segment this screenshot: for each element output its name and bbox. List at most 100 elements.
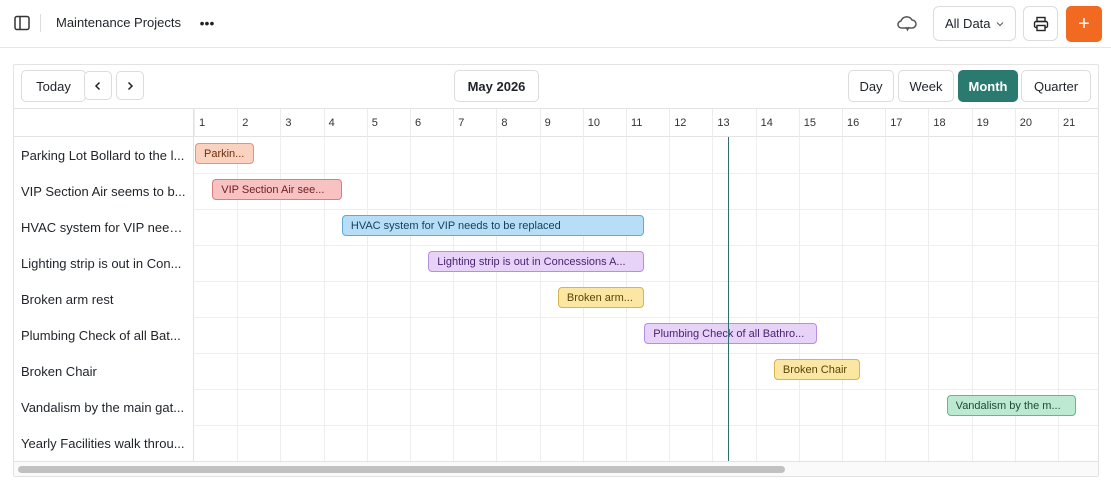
- chevron-right-icon: [127, 81, 134, 90]
- task-name: HVAC system for VIP need...: [21, 219, 187, 235]
- task-bar[interactable]: Broken arm...: [557, 287, 645, 308]
- task-bar[interactable]: Broken Chair: [773, 359, 861, 380]
- task-name: Broken Chair: [21, 363, 97, 379]
- view-month-button[interactable]: Month: [958, 70, 1018, 102]
- day-header: 15: [798, 109, 842, 137]
- task-bar[interactable]: HVAC system for VIP needs to be replaced: [341, 215, 645, 236]
- header-divider: [40, 14, 41, 32]
- day-header: 8: [496, 109, 540, 137]
- more-options-button[interactable]: •••: [196, 12, 218, 34]
- day-header: 9: [539, 109, 583, 137]
- day-header: 16: [842, 109, 886, 137]
- grid-column-line: [798, 137, 800, 461]
- gantt-timeline: 1 2 3 4 5 6 7 8 9 10 11 12 13 14 15 16 17 18 19 20 21 Parkin.…: [194, 109, 1098, 461]
- task-bar-label: Broken Chair: [782, 363, 848, 376]
- day-header: 20: [1014, 109, 1058, 137]
- day-header: 12: [669, 109, 713, 137]
- grid-row-line: [194, 281, 1098, 282]
- task-row[interactable]: Vandalism by the main gat...: [14, 389, 193, 425]
- task-name: Broken arm rest: [21, 291, 114, 307]
- day-header: 17: [885, 109, 929, 137]
- task-row[interactable]: HVAC system for VIP need...: [14, 209, 193, 245]
- data-filter-select[interactable]: All Data: [933, 6, 1016, 41]
- grid-column-line: [410, 137, 411, 461]
- day-header: 2: [237, 109, 281, 137]
- page-title: Maintenance Projects: [56, 15, 182, 30]
- day-header: 1: [194, 109, 238, 137]
- horizontal-scrollbar[interactable]: [14, 461, 1098, 476]
- task-name: Vandalism by the main gat...: [21, 399, 185, 415]
- day-header: 14: [755, 109, 799, 137]
- printer-icon: [1033, 16, 1048, 31]
- day-header: 13: [712, 109, 756, 137]
- next-button[interactable]: [116, 71, 144, 100]
- grid-row-line: [194, 209, 1098, 210]
- scrollbar-thumb[interactable]: [18, 466, 785, 473]
- grid-column-line: [496, 137, 498, 461]
- view-week-button[interactable]: Week: [898, 70, 954, 102]
- today-button[interactable]: Today: [21, 70, 86, 102]
- previous-button[interactable]: [84, 71, 112, 100]
- task-bar-label: Plumbing Check of all Bathro...: [653, 327, 805, 340]
- task-bar-label: Lighting strip is out in Concessions A..…: [437, 255, 626, 268]
- task-name: Plumbing Check of all Bat...: [21, 327, 181, 343]
- day-header: 11: [626, 109, 670, 137]
- task-list-header: [14, 109, 193, 137]
- task-bar-label: Parkin...: [204, 147, 245, 160]
- task-bar[interactable]: Parkin...: [195, 143, 255, 164]
- task-bar[interactable]: Plumbing Check of all Bathro...: [644, 323, 818, 344]
- grid-row-line: [194, 317, 1098, 318]
- task-bar[interactable]: VIP Section Air see...: [212, 179, 342, 200]
- add-button[interactable]: +: [1066, 6, 1102, 42]
- current-period: May 2026: [454, 70, 539, 102]
- cloud-sync-icon[interactable]: [896, 13, 918, 33]
- chevron-down-icon: [996, 21, 1003, 26]
- grid-row-line: [194, 389, 1098, 390]
- task-row[interactable]: Plumbing Check of all Bat...: [14, 317, 193, 353]
- day-header: 4: [323, 109, 367, 137]
- grid-column-line: [885, 137, 887, 461]
- view-quarter-button[interactable]: Quarter: [1021, 70, 1091, 102]
- grid-column-line: [928, 137, 930, 461]
- grid-column-line: [539, 137, 541, 461]
- day-header: 7: [453, 109, 497, 137]
- grid-column-line: [366, 137, 368, 461]
- day-header: 19: [971, 109, 1015, 137]
- day-header: 3: [280, 109, 324, 137]
- day-header: 10: [582, 109, 626, 137]
- view-day-button[interactable]: Day: [848, 70, 894, 102]
- grid-row-line: [194, 353, 1098, 354]
- task-name: Lighting strip is out in Con...: [21, 255, 182, 271]
- grid-row-line: [194, 173, 1098, 174]
- task-bar-label: HVAC system for VIP needs to be replaced: [350, 219, 561, 232]
- task-row[interactable]: Broken arm rest: [14, 281, 193, 317]
- data-filter-value: All Data: [945, 16, 991, 31]
- task-row[interactable]: Broken Chair: [14, 353, 193, 389]
- grid-row-line: [194, 425, 1098, 426]
- task-row[interactable]: Parking Lot Bollard to the l...: [14, 137, 193, 173]
- day-header: 21: [1058, 109, 1098, 137]
- task-list: Parking Lot Bollard to the l... VIP Secti…: [14, 109, 194, 461]
- today-marker-line: [727, 137, 729, 461]
- chevron-left-icon: [94, 81, 101, 90]
- print-button[interactable]: [1023, 6, 1058, 41]
- gantt-toolbar: Today May 2026 Day Week Month Quarter: [14, 65, 1098, 109]
- grid-column-line: [842, 137, 843, 461]
- grid-row-line: [194, 245, 1098, 246]
- task-name: VIP Section Air seems to b...: [21, 183, 186, 199]
- grid-column-line: [712, 137, 714, 461]
- task-row[interactable]: Lighting strip is out in Con...: [14, 245, 193, 281]
- task-bar[interactable]: Vandalism by the m...: [946, 395, 1077, 416]
- task-bar[interactable]: Lighting strip is out in Concessions A..…: [428, 251, 645, 272]
- task-name: Parking Lot Bollard to the l...: [21, 147, 185, 163]
- task-bar-label: Broken arm...: [566, 291, 633, 304]
- task-row[interactable]: VIP Section Air seems to b...: [14, 173, 193, 209]
- sidebar-toggle-icon[interactable]: [12, 13, 32, 33]
- day-header: 6: [410, 109, 454, 137]
- gantt-panel: Today May 2026 Day Week Month Quarter Pa…: [13, 64, 1099, 477]
- task-bar-label: VIP Section Air see...: [221, 183, 325, 196]
- task-bar-label: Vandalism by the m...: [955, 399, 1061, 412]
- day-header: 18: [928, 109, 972, 137]
- top-bar: Maintenance Projects ••• All Data +: [0, 0, 1111, 48]
- task-row[interactable]: Yearly Facilities walk throu...: [14, 425, 193, 461]
